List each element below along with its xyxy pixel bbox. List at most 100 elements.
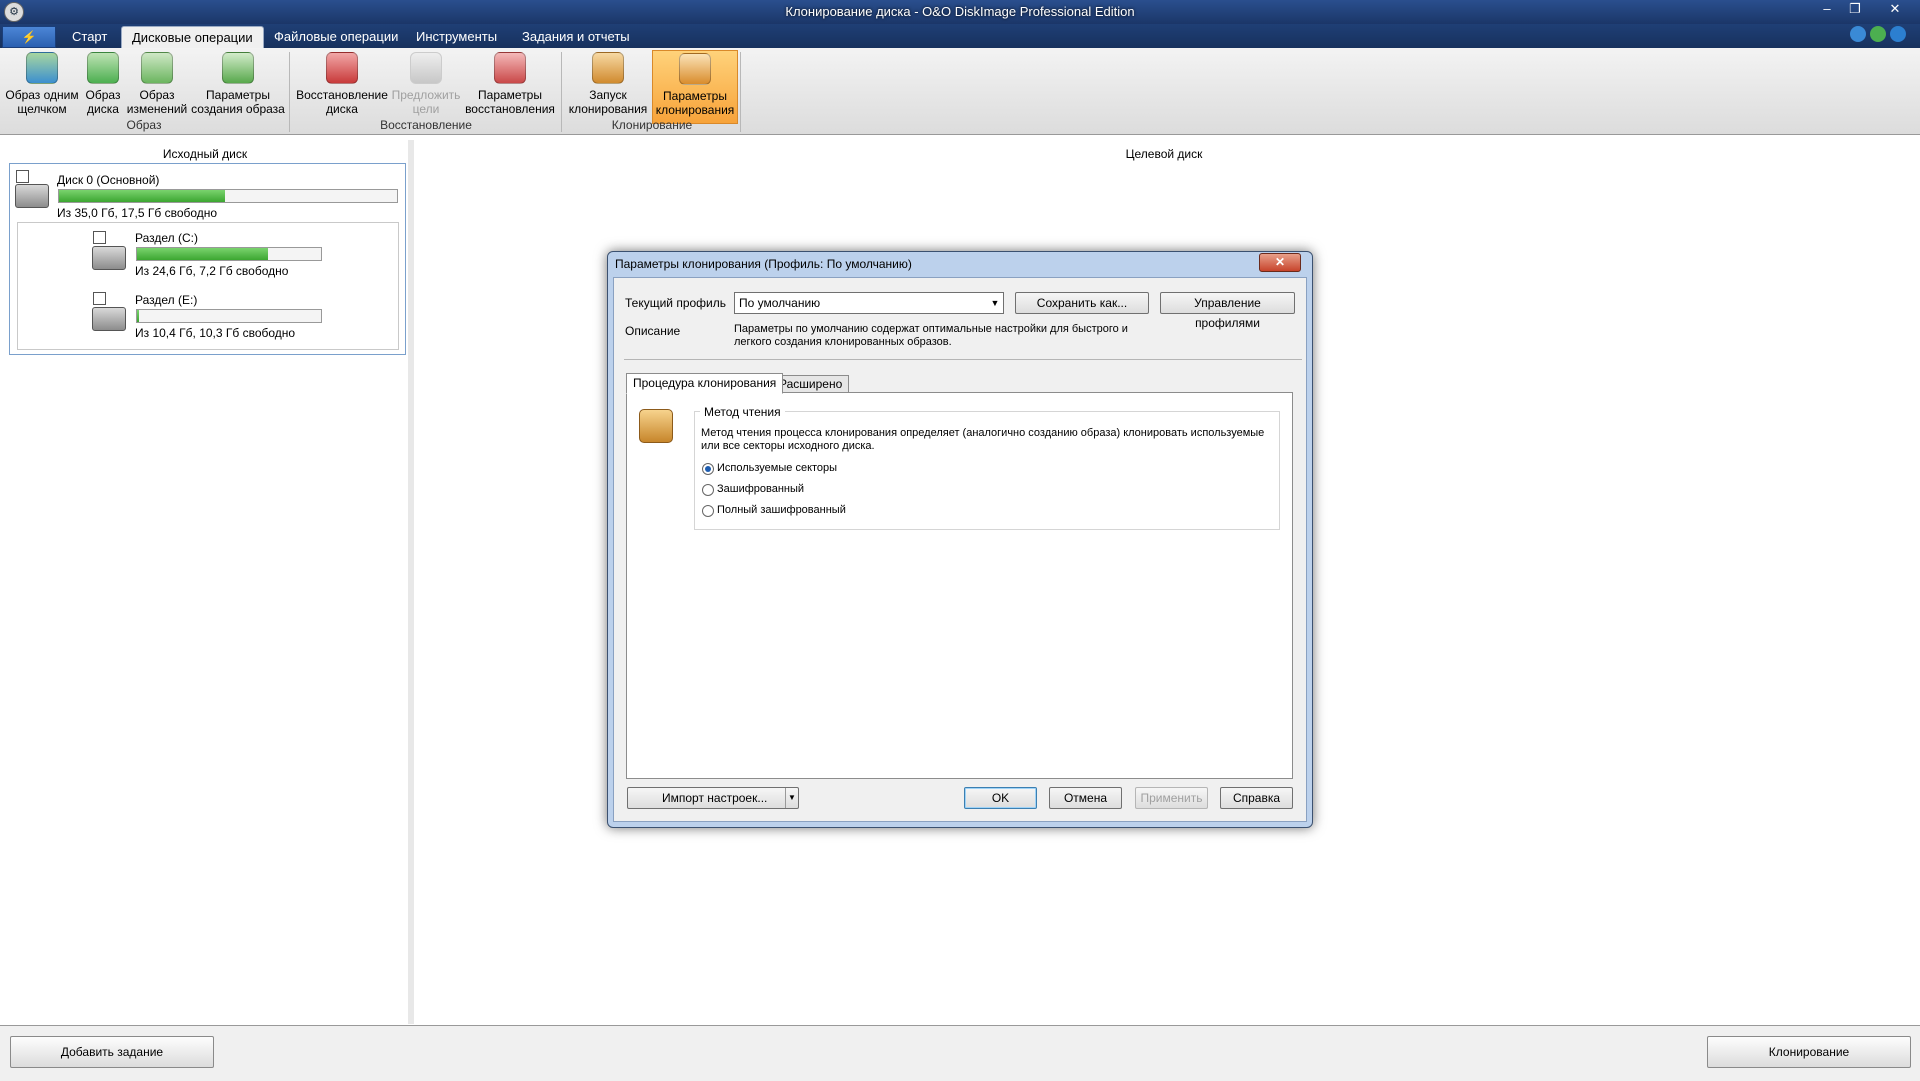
disk-image-label: Образ диска xyxy=(85,88,121,116)
help-button[interactable]: Справка xyxy=(1220,787,1293,809)
pane-splitter[interactable] xyxy=(408,140,414,1024)
manage-profiles-button[interactable]: Управление профилями xyxy=(1160,292,1295,330)
image-settings-button[interactable]: Параметры создания образа xyxy=(190,50,286,122)
suggest-targets-button[interactable]: Предложить цели xyxy=(390,50,462,122)
partition-e-usage-bar xyxy=(136,309,322,323)
partition-c-info: Из 24,6 Гб, 7,2 Гб свободно xyxy=(135,264,289,278)
group-separator xyxy=(561,52,562,132)
settings-icon xyxy=(222,52,254,84)
radio-used-sectors-label[interactable]: Используемые секторы xyxy=(717,462,837,474)
profile-label: Текущий профиль xyxy=(625,296,727,310)
partition-c-checkbox[interactable] xyxy=(93,231,106,244)
read-method-legend: Метод чтения xyxy=(700,405,785,419)
disk-image-button[interactable]: Образ диска xyxy=(82,50,124,122)
ok-button[interactable]: OK xyxy=(964,787,1037,809)
apply-button[interactable]: Применить xyxy=(1135,787,1208,809)
restore-settings-icon xyxy=(494,52,526,84)
tab-clone-procedure[interactable]: Процедура клонирования xyxy=(626,373,784,394)
tab-start[interactable]: Старт xyxy=(62,26,117,48)
tab-tasks-reports[interactable]: Задания и отчеты xyxy=(512,26,640,48)
restore-settings-label: Параметры восстановления xyxy=(465,88,555,116)
restore-icon xyxy=(326,52,358,84)
one-click-image-button[interactable]: Образ одним щелчком xyxy=(2,50,82,122)
radio-full-encrypted-label[interactable]: Полный зашифрованный xyxy=(717,504,846,516)
image-settings-label: Параметры создания образа xyxy=(191,88,285,116)
help-icon[interactable] xyxy=(1890,26,1906,42)
partition-e-info: Из 10,4 Гб, 10,3 Гб свободно xyxy=(135,326,296,340)
import-settings-button[interactable]: Импорт настроек... ▼ xyxy=(627,787,799,809)
disk-info: Из 35,0 Гб, 17,5 Гб свободно xyxy=(57,206,218,220)
start-clone-label: Запуск клонирования xyxy=(568,88,648,116)
radio-encrypted-label[interactable]: Зашифрованный xyxy=(717,483,804,495)
options-icon[interactable] xyxy=(1870,26,1886,42)
read-method-text: Метод чтения процесса клонирования опред… xyxy=(701,427,1265,452)
disk-image-icon xyxy=(26,52,58,84)
partition-c-usage-fill xyxy=(137,248,268,260)
incremental-image-icon xyxy=(141,52,173,84)
radio-used-sectors[interactable] xyxy=(702,463,714,475)
chevron-down-icon: ▼ xyxy=(990,298,1000,308)
dialog-title: Параметры клонирования (Профиль: По умол… xyxy=(615,257,912,271)
maximize-button[interactable]: ❐ xyxy=(1842,0,1868,18)
description-label: Описание xyxy=(625,324,681,338)
one-click-image-label: Образ одним щелчком xyxy=(5,88,79,116)
dialog-divider xyxy=(624,359,1302,360)
restore-settings-button[interactable]: Параметры восстановления xyxy=(462,50,558,122)
save-as-button[interactable]: Сохранить как... xyxy=(1015,292,1149,314)
dialog-close-button[interactable]: ✕ xyxy=(1259,253,1301,272)
radio-full-encrypted[interactable] xyxy=(702,505,714,517)
minimize-button[interactable]: – xyxy=(1814,0,1840,18)
bottom-bar xyxy=(0,1025,1920,1081)
app-icon[interactable]: ⚙ xyxy=(4,2,24,22)
partition-e-checkbox[interactable] xyxy=(93,292,106,305)
group-label-restore: Восстановление xyxy=(380,118,472,132)
app-menu-button[interactable]: ⚡ xyxy=(2,26,56,48)
group-label-image: Образ xyxy=(126,118,162,132)
description-text: Параметры по умолчанию содержат оптималь… xyxy=(734,323,1128,348)
profile-select[interactable]: По умолчанию ▼ xyxy=(734,292,1004,314)
window-title: Клонирование диска - O&O DiskImage Profe… xyxy=(785,4,1135,19)
partition-e-name: Раздел (E:) xyxy=(135,293,198,307)
clone-settings-button[interactable]: Параметры клонирования xyxy=(652,50,738,124)
tab-disk-operations[interactable]: Дисковые операции xyxy=(121,26,264,49)
ribbon-panel xyxy=(0,48,1920,135)
clone-button[interactable]: Клонирование xyxy=(1707,1036,1911,1068)
partition-e-usage-fill xyxy=(137,310,139,322)
target-heading: Целевой диск xyxy=(1125,147,1203,161)
partition-c-name: Раздел (C:) xyxy=(135,231,198,245)
refresh-icon[interactable] xyxy=(1850,26,1866,42)
disk-image-icon xyxy=(87,52,119,84)
disk-usage-fill xyxy=(59,190,225,202)
close-window-button[interactable]: ✕ xyxy=(1882,0,1908,18)
tab-tools[interactable]: Инструменты xyxy=(406,26,507,48)
clone-icon xyxy=(639,409,673,443)
disk-name: Диск 0 (Основной) xyxy=(57,173,160,187)
tab-file-operations[interactable]: Файловые операции xyxy=(264,26,408,48)
restore-disk-button[interactable]: Восстановление диска xyxy=(294,50,390,122)
incremental-image-button[interactable]: Образ изменений xyxy=(124,50,190,122)
chevron-down-icon[interactable]: ▼ xyxy=(785,788,798,808)
partition-icon xyxy=(92,246,126,270)
disk-checkbox[interactable] xyxy=(16,170,29,183)
cancel-button[interactable]: Отмена xyxy=(1049,787,1122,809)
incremental-image-label: Образ изменений xyxy=(126,88,188,116)
import-settings-label: Импорт настроек... xyxy=(662,791,768,805)
profile-select-value: По умолчанию xyxy=(739,296,821,310)
disk-usage-bar xyxy=(58,189,398,203)
clone-settings-icon xyxy=(679,53,711,85)
hard-disk-icon xyxy=(15,184,49,208)
add-task-button[interactable]: Добавить задание xyxy=(10,1036,214,1068)
group-label-clone: Клонирование xyxy=(611,118,693,132)
suggest-targets-label: Предложить цели xyxy=(391,88,461,116)
group-separator xyxy=(289,52,290,132)
suggest-targets-icon xyxy=(410,52,442,84)
clone-settings-label: Параметры клонирования xyxy=(655,89,735,117)
radio-encrypted[interactable] xyxy=(702,484,714,496)
source-heading: Исходный диск xyxy=(162,147,248,161)
partition-icon xyxy=(92,307,126,331)
clone-start-icon xyxy=(592,52,624,84)
title-bar: Клонирование диска - O&O DiskImage Profe… xyxy=(0,0,1920,24)
restore-disk-label: Восстановление диска xyxy=(296,88,388,116)
partition-c-usage-bar xyxy=(136,247,322,261)
start-clone-button[interactable]: Запуск клонирования xyxy=(566,50,650,122)
